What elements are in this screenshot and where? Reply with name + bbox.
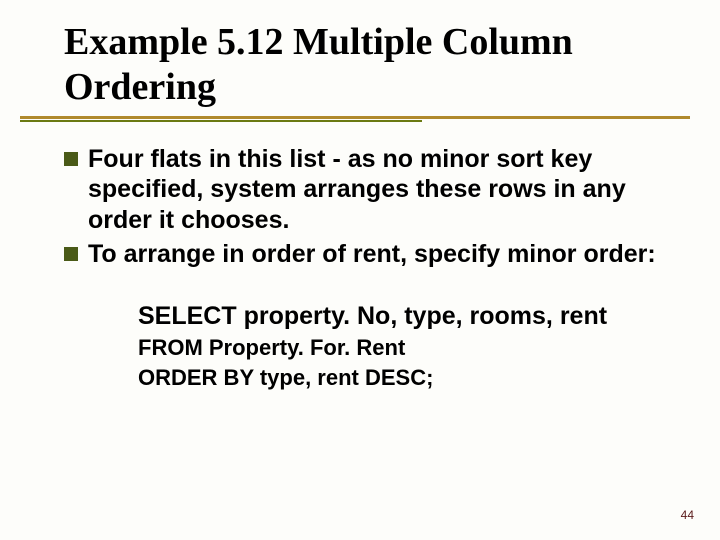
code-line: FROM Property. For. Rent [138,333,680,363]
page-number: 44 [681,508,694,522]
bullet-item: To arrange in order of rent, specify min… [64,239,680,270]
slide-title: Example 5.12 Multiple Column Ordering [64,20,680,110]
bullet-text: Four flats in this list - as no minor so… [88,144,680,236]
rule-gold [20,116,690,119]
code-line: SELECT property. No, type, rooms, rent [138,300,680,334]
rule-olive [20,120,422,122]
bullet-text: To arrange in order of rent, specify min… [88,239,680,270]
title-underline [20,116,690,122]
code-line: ORDER BY type, rent DESC; [138,363,680,393]
square-bullet-icon [64,247,78,261]
sql-code-block: SELECT property. No, type, rooms, rent F… [138,300,680,393]
bullet-item: Four flats in this list - as no minor so… [64,144,680,236]
square-bullet-icon [64,152,78,166]
body-content: Four flats in this list - as no minor so… [64,144,680,393]
slide: Example 5.12 Multiple Column Ordering Fo… [0,0,720,540]
